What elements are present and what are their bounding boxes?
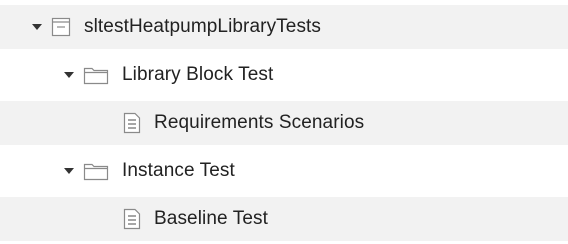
expand-caret-icon[interactable] [62, 164, 76, 178]
tree-node-label: Instance Test [122, 160, 235, 181]
tree-node-test-suite[interactable]: Library Block Test [0, 53, 568, 97]
tree-node-label: Requirements Scenarios [154, 112, 365, 133]
tree-node-test-case[interactable]: Baseline Test [0, 197, 568, 241]
expand-caret-icon[interactable] [62, 68, 76, 82]
tree-node-test-case[interactable]: Requirements Scenarios [0, 101, 568, 145]
test-file-icon [50, 16, 72, 38]
expand-caret-icon[interactable] [30, 20, 44, 34]
folder-icon [82, 64, 110, 86]
test-browser-panel: sltestHeatpumpLibraryTests Library Block… [0, 0, 568, 244]
tree-node-label: sltestHeatpumpLibraryTests [84, 16, 322, 37]
folder-icon [82, 160, 110, 182]
tree-node-test-file[interactable]: sltestHeatpumpLibraryTests [0, 5, 568, 49]
tree-node-test-suite[interactable]: Instance Test [0, 149, 568, 193]
tree-node-label: Library Block Test [122, 64, 274, 85]
test-case-icon [122, 207, 142, 231]
tree-node-label: Baseline Test [154, 208, 268, 229]
test-case-icon [122, 111, 142, 135]
